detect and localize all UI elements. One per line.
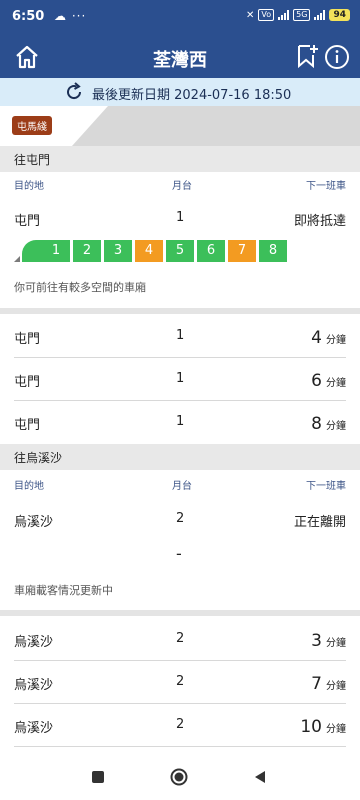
platform: 1 (176, 414, 185, 429)
car-5: 5 (166, 240, 194, 262)
car-4: 4 (135, 240, 163, 262)
app-bar: 荃灣西 (0, 36, 360, 78)
system-nav-bar (0, 752, 360, 800)
battery-indicator: 94 (329, 9, 350, 21)
eta: 8 分鐘 (311, 414, 346, 434)
info-icon[interactable] (324, 44, 350, 70)
signal-icon-2 (314, 10, 326, 20)
notification-icons: ☁ ··· (54, 9, 87, 23)
train-nose-shape (22, 240, 44, 262)
occupancy-dash: - (176, 544, 182, 563)
section-separator (0, 308, 360, 314)
platform: 1 (176, 371, 185, 386)
car-occupancy-bar: 1 2 3 4 5 6 7 8 (14, 240, 287, 264)
car-7: 7 (228, 240, 256, 262)
section-heading-wu-kai-sha: 往烏溪沙 (0, 444, 360, 470)
eta-unit: 分鐘 (326, 638, 346, 649)
eta-minutes: 8 (311, 414, 322, 434)
eta-minutes: 4 (311, 328, 322, 348)
destination: 屯門 (14, 418, 41, 433)
platform: 1 (176, 210, 185, 225)
destination: 烏溪沙 (14, 721, 54, 736)
col-next-train: 下一班車 (306, 181, 346, 192)
line-tab-slant (72, 106, 108, 146)
eta: 正在離開 (293, 515, 346, 530)
eta-unit: 分鐘 (326, 421, 346, 432)
eta-minutes: 10 (300, 717, 322, 737)
eta-unit: 分鐘 (326, 378, 346, 389)
status-right: ✕ Vo 5G 94 (246, 9, 350, 21)
eta-unit: 分鐘 (326, 335, 346, 346)
eta-unit: 分鐘 (326, 681, 346, 692)
direction-arrow-icon (14, 256, 20, 262)
eta-unit: 分鐘 (326, 724, 346, 735)
car-3: 3 (104, 240, 132, 262)
recents-button-icon[interactable] (89, 768, 107, 786)
volte-chip: Vo (258, 9, 275, 21)
status-time: 6:50 (12, 9, 45, 24)
refresh-icon[interactable] (64, 82, 84, 102)
col-platform: 月台 (172, 481, 192, 492)
column-headers: 目的地 月台 下一班車 (0, 472, 360, 496)
mute-icon: ✕ (246, 9, 255, 21)
row-divider (14, 400, 346, 401)
platform: 2 (176, 717, 185, 732)
col-destination: 目的地 (14, 481, 44, 492)
platform: 2 (176, 674, 185, 689)
eta: 6 分鐘 (311, 371, 346, 391)
eta-minutes: 3 (311, 631, 322, 651)
signal-icon (278, 10, 290, 20)
eta-minutes: 7 (311, 674, 322, 694)
back-button-icon[interactable] (251, 768, 269, 786)
train-front (14, 240, 44, 262)
platform: 1 (176, 328, 185, 343)
occupancy-note: 你可前往有較多空間的車廂 (14, 281, 146, 294)
eta: 4 分鐘 (311, 328, 346, 348)
row-divider (14, 703, 346, 704)
line-badge-tuen-ma[interactable]: 屯馬綫 (12, 116, 52, 135)
col-next-train: 下一班車 (306, 481, 346, 492)
eta-minutes: 6 (311, 371, 322, 391)
car-6: 6 (197, 240, 225, 262)
status-bar: 6:50 ☁ ··· ✕ Vo 5G 94 (0, 0, 360, 36)
bookmark-add-icon[interactable] (294, 43, 320, 69)
eta: 7 分鐘 (311, 674, 346, 694)
eta: 10 分鐘 (300, 717, 346, 737)
eta: 3 分鐘 (311, 631, 346, 651)
network-5g-chip: 5G (293, 9, 311, 21)
home-button-icon[interactable] (170, 768, 188, 786)
col-destination: 目的地 (14, 181, 44, 192)
destination: 烏溪沙 (14, 515, 54, 530)
row-divider (14, 357, 346, 358)
destination: 屯門 (14, 214, 41, 229)
section-separator (0, 610, 360, 616)
platform: 2 (176, 511, 185, 526)
destination: 烏溪沙 (14, 635, 54, 650)
occupancy-note: 車廂載客情況更新中 (14, 584, 113, 597)
destination: 烏溪沙 (14, 678, 54, 693)
eta: 即將抵達 (293, 214, 346, 229)
car-1: 1 (42, 240, 70, 262)
column-headers: 目的地 月台 下一班車 (0, 172, 360, 196)
row-divider (14, 746, 346, 747)
line-tab-row: 屯馬綫 (0, 106, 360, 146)
car-2: 2 (73, 240, 101, 262)
col-platform: 月台 (172, 181, 192, 192)
section-heading-tuen-mun: 往屯門 (0, 146, 360, 172)
last-update-banner: 最後更新日期 2024-07-16 18:50 (0, 78, 360, 106)
platform: 2 (176, 631, 185, 646)
destination: 屯門 (14, 332, 41, 347)
row-divider (14, 660, 346, 661)
last-update-text: 最後更新日期 2024-07-16 18:50 (92, 88, 292, 103)
car-8: 8 (259, 240, 287, 262)
destination: 屯門 (14, 375, 41, 390)
